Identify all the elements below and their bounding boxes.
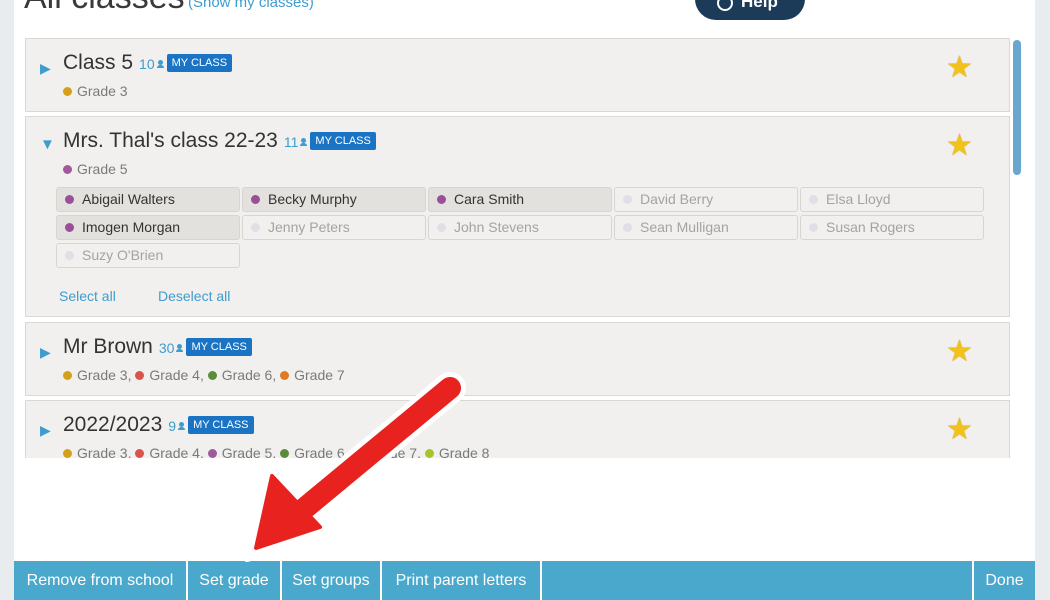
grade-dot [352, 449, 362, 458]
grade-label: Grade 3 [77, 83, 128, 99]
grade-dot [424, 449, 434, 458]
star-icon[interactable]: ★ [946, 53, 973, 83]
class-name-row: Mr Brown 30 MY CLASS [63, 335, 252, 359]
grade-dot [207, 449, 217, 458]
student-dot [809, 195, 818, 204]
help-button[interactable]: Help [695, 0, 805, 20]
set-groups-button[interactable]: Set groups [282, 561, 380, 600]
class-name[interactable]: Mrs. Thal's class 22-23 [63, 129, 278, 152]
student-chip[interactable]: Cara Smith [428, 187, 612, 212]
remove-from-school-button[interactable]: Remove from school [14, 561, 186, 600]
grade-dot [63, 87, 72, 96]
set-grade-button[interactable]: Set grade [188, 561, 280, 600]
student-dot [809, 223, 818, 232]
class-card-class-5[interactable]: ▶ Class 5 10 MY CLASS Grade 3 ★ [25, 38, 1010, 112]
student-count: 9 [168, 418, 186, 434]
star-icon[interactable]: ★ [946, 131, 973, 161]
done-button[interactable]: Done [974, 561, 1035, 600]
class-name[interactable]: Mr Brown [63, 335, 153, 358]
star-icon[interactable]: ★ [946, 337, 973, 367]
student-dot [65, 251, 74, 260]
my-class-badge: MY CLASS [166, 54, 233, 72]
help-label: Help [741, 0, 778, 11]
page-title: All classes [24, 0, 185, 17]
class-name-row: Class 5 10 MY CLASS [63, 51, 233, 75]
my-class-badge: MY CLASS [310, 132, 376, 150]
my-class-badge: MY CLASS [188, 416, 254, 434]
grade-dot [63, 449, 72, 458]
triangle-right-icon[interactable]: ▶ [40, 345, 51, 359]
student-chip[interactable]: Suzy O'Brien [56, 243, 240, 268]
class-card-mr-brown[interactable]: ▶ Mr Brown 30 MY CLASS Grade 3, Grade 4, G… [25, 322, 1010, 396]
grade-label: Grade 5 [77, 161, 128, 177]
student-chip[interactable]: Sean Mulligan [614, 215, 798, 240]
bottom-toolbar: Remove from school Set grade Set groups … [14, 561, 1035, 600]
scrollbar-thumb[interactable] [1013, 40, 1021, 175]
help-icon [717, 0, 733, 11]
class-name[interactable]: 2022/2023 [63, 413, 162, 436]
my-class-badge: MY CLASS [186, 338, 252, 356]
class-list: ▶ Class 5 10 MY CLASS Grade 3 ★ ▼ Mrs. Tha… [25, 38, 1010, 458]
student-count: 30 [159, 340, 184, 356]
grade-list: Grade 3, Grade 4, Grade 5, Grade 6, Grad… [63, 445, 489, 458]
grade-dot [280, 371, 290, 380]
student-chip[interactable]: Abigail Walters [56, 187, 240, 212]
grade-list: Grade 3, Grade 4, Grade 6, Grade 7 [63, 367, 345, 383]
class-name[interactable]: Class 5 [63, 51, 133, 74]
triangle-right-icon[interactable]: ▶ [40, 61, 51, 75]
grade-dot [135, 449, 145, 458]
student-chip[interactable]: Elsa Lloyd [800, 187, 984, 212]
person-icon [176, 344, 184, 352]
student-chip[interactable]: John Stevens [428, 215, 612, 240]
grade-list: Grade 5 [63, 161, 128, 177]
student-chip[interactable]: David Berry [614, 187, 798, 212]
person-icon [178, 422, 186, 430]
grade-list: Grade 3 [63, 83, 128, 99]
grade-dot [63, 165, 72, 174]
student-chip[interactable]: Imogen Morgan [56, 215, 240, 240]
toolbar-divider [540, 561, 542, 600]
print-parent-letters-button[interactable]: Print parent letters [382, 561, 540, 600]
student-dot [251, 223, 260, 232]
student-count: 10 [139, 56, 164, 72]
class-name-row: Mrs. Thal's class 22-23 11 MY CLASS [63, 129, 376, 153]
student-dot [437, 195, 446, 204]
student-chip[interactable]: Jenny Peters [242, 215, 426, 240]
student-dot [623, 223, 632, 232]
student-dot [251, 195, 260, 204]
person-icon [156, 60, 164, 68]
triangle-right-icon[interactable]: ▶ [40, 423, 51, 437]
student-chip[interactable]: Susan Rogers [800, 215, 984, 240]
student-dot [623, 195, 632, 204]
deselect-all-link[interactable]: Deselect all [158, 288, 230, 304]
grade-dot [63, 371, 72, 380]
class-card-2022-2023[interactable]: ▶ 2022/2023 9 MY CLASS Grade 3, Grade 4, G… [25, 400, 1010, 458]
grade-dot [135, 371, 145, 380]
grade-dot [280, 449, 290, 458]
student-dot [65, 223, 74, 232]
triangle-down-icon[interactable]: ▼ [40, 137, 55, 152]
person-icon [300, 138, 308, 146]
student-count: 11 [284, 134, 308, 150]
grade-dot [207, 371, 217, 380]
student-dot [437, 223, 446, 232]
star-icon[interactable]: ★ [946, 415, 973, 445]
show-my-classes-link[interactable]: (Show my classes) [188, 0, 314, 11]
class-card-mrs-thal[interactable]: ▼ Mrs. Thal's class 22-23 11 MY CLASS Grad… [25, 116, 1010, 317]
class-name-row: 2022/2023 9 MY CLASS [63, 413, 254, 437]
student-dot [65, 195, 74, 204]
select-all-link[interactable]: Select all [59, 288, 116, 304]
student-chip[interactable]: Becky Murphy [242, 187, 426, 212]
